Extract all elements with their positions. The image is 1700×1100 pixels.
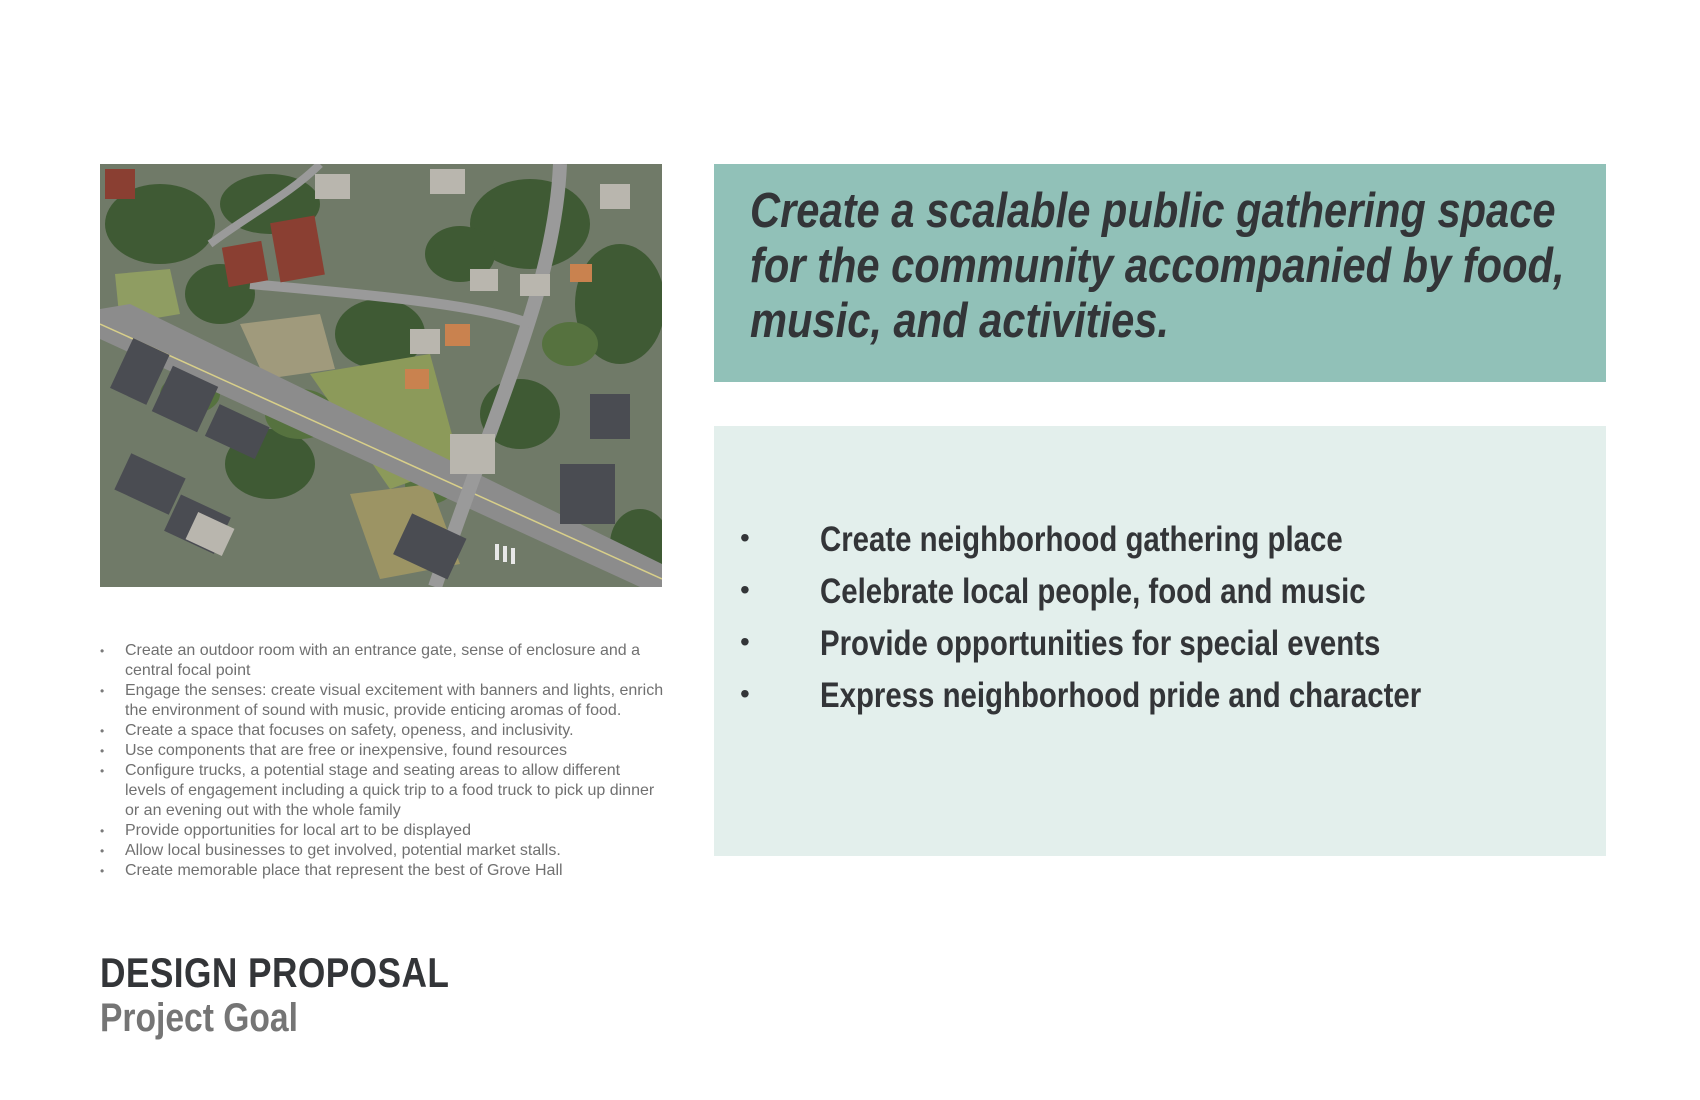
key-point-text: Provide opportunities for special events [820, 624, 1381, 663]
list-item: Use components that are free or inexpens… [100, 741, 665, 761]
list-item: Create a space that focuses on safety, o… [100, 721, 665, 741]
bullet-icon: • [740, 678, 750, 709]
key-point-text: Celebrate local people, food and music [820, 572, 1366, 611]
list-item: Create memorable place that represent th… [100, 861, 665, 881]
list-item: Provide opportunities for local art to b… [100, 821, 665, 841]
page-title: DESIGN PROPOSAL [100, 949, 450, 996]
bullet-icon: • [740, 626, 750, 657]
key-point-text: Create neighborhood gathering place [820, 520, 1343, 559]
bullet-icon: • [740, 522, 750, 553]
list-item: Allow local businesses to get involved, … [100, 841, 665, 861]
goal-statement-panel: Create a scalable public gathering space… [714, 164, 1606, 382]
aerial-photo-illustration [100, 164, 662, 587]
list-item: Configure trucks, a potential stage and … [100, 761, 665, 821]
key-points-panel: • Create neighborhood gathering place • … [714, 426, 1606, 856]
key-point-text: Express neighborhood pride and character [820, 676, 1422, 715]
list-item: Engage the senses: create visual excitem… [100, 681, 665, 721]
page-subtitle: Project Goal [100, 996, 298, 1040]
list-item: Create an outdoor room with an entrance … [100, 641, 665, 681]
page-heading: DESIGN PROPOSAL Project Goal [100, 949, 516, 1041]
goal-statement: Create a scalable public gathering space… [750, 184, 1565, 348]
design-intent-list: Create an outdoor room with an entrance … [100, 641, 665, 881]
aerial-photo [100, 164, 662, 587]
bullet-icon: • [740, 574, 750, 605]
